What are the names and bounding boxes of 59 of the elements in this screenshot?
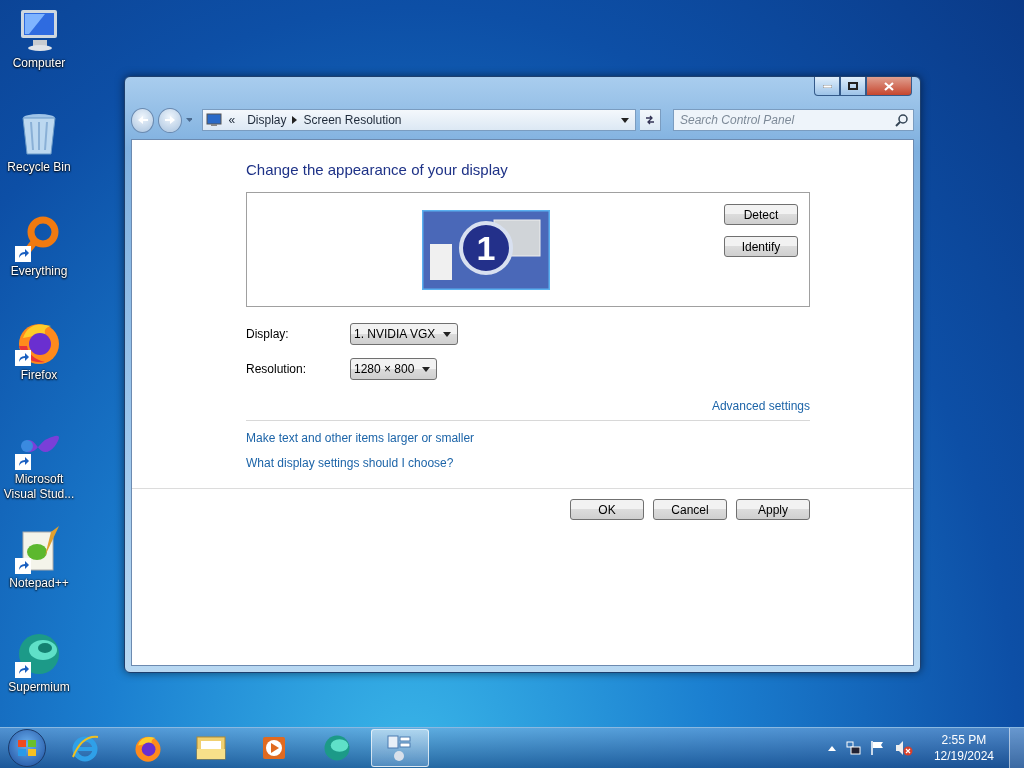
search-icon[interactable] <box>895 113 908 127</box>
dropdown-caret-icon <box>422 366 431 372</box>
flag-icon[interactable] <box>869 740 886 756</box>
network-icon[interactable] <box>844 740 861 756</box>
monitor-thumbnail[interactable]: 1 <box>421 210 550 290</box>
address-bar[interactable]: « Display Screen Resolution <box>202 109 637 131</box>
desktop-icon-label[interactable]: Supermium <box>1 680 77 695</box>
play-icon <box>260 734 288 762</box>
monitor-icon <box>206 113 223 127</box>
desktop-icon-label[interactable]: Firefox <box>1 368 77 383</box>
dropdown-select[interactable]: 1. NVIDIA VGX <box>350 323 459 345</box>
start-button[interactable] <box>8 729 46 767</box>
forward-arrow-icon <box>164 115 177 125</box>
folder-icon <box>195 733 227 763</box>
close-icon <box>884 81 894 91</box>
dialog-button[interactable]: Cancel <box>653 499 727 520</box>
dropdown-select[interactable]: 1280 × 800 <box>350 358 438 380</box>
advanced-settings-link[interactable]: Advanced settings <box>711 399 810 413</box>
action-button[interactable]: Identify <box>724 236 798 257</box>
breadcrumb-item[interactable]: Screen Resolution <box>297 113 408 127</box>
breadcrumb-arrow-icon[interactable] <box>292 116 298 124</box>
sphere-icon <box>322 733 352 763</box>
speaker-muted-icon[interactable] <box>894 740 913 756</box>
clock-date[interactable]: 12/19/2024 <box>933 748 994 764</box>
minimize-button[interactable] <box>814 77 840 96</box>
field-label: Display: <box>246 327 290 341</box>
help-link[interactable]: What display settings should I choose? <box>246 456 454 470</box>
search-field[interactable]: Search Control Panel <box>673 109 914 131</box>
dropdown-caret-icon <box>443 331 452 337</box>
taskbar-app-button[interactable] <box>371 729 429 767</box>
minimize-icon <box>822 84 832 88</box>
dialog-button[interactable]: OK <box>570 499 644 520</box>
field-label: Resolution: <box>246 362 308 376</box>
desktop-icon-label[interactable]: Recycle Bin <box>1 160 77 175</box>
action-button[interactable]: Detect <box>724 204 798 225</box>
letter-e-icon <box>70 733 100 763</box>
refresh-button[interactable] <box>640 109 661 131</box>
page-heading: Change the appearance of your display <box>246 160 509 180</box>
breadcrumb-prefix[interactable]: « <box>222 113 242 127</box>
dropdown-caret-icon[interactable] <box>621 117 630 123</box>
desktop-icon-label[interactable]: Microsoft Visual Stud... <box>1 472 77 502</box>
desktop-icon-label[interactable]: Computer <box>1 56 77 71</box>
dialog-button[interactable]: Apply <box>736 499 810 520</box>
forward-button[interactable] <box>158 107 182 133</box>
back-arrow-icon <box>136 115 149 125</box>
show-hidden-icons-icon[interactable] <box>827 745 836 751</box>
maximize-button[interactable] <box>840 77 866 96</box>
show-desktop-button[interactable] <box>1009 728 1024 768</box>
clock-time[interactable]: 2:55 PM <box>941 732 987 748</box>
monitor-number: 1 <box>476 229 495 267</box>
windows-logo-icon <box>17 739 37 757</box>
back-button[interactable] <box>131 107 155 133</box>
breadcrumb-item[interactable]: Display <box>241 113 293 127</box>
desktop-icon-label[interactable]: Everything <box>1 264 77 279</box>
desktop-icon-label[interactable]: Notepad++ <box>1 576 77 591</box>
refresh-arrows-icon <box>644 114 657 126</box>
maximize-icon <box>848 82 858 90</box>
close-button[interactable] <box>866 77 912 96</box>
help-link[interactable]: Make text and other items larger or smaller <box>246 431 475 445</box>
